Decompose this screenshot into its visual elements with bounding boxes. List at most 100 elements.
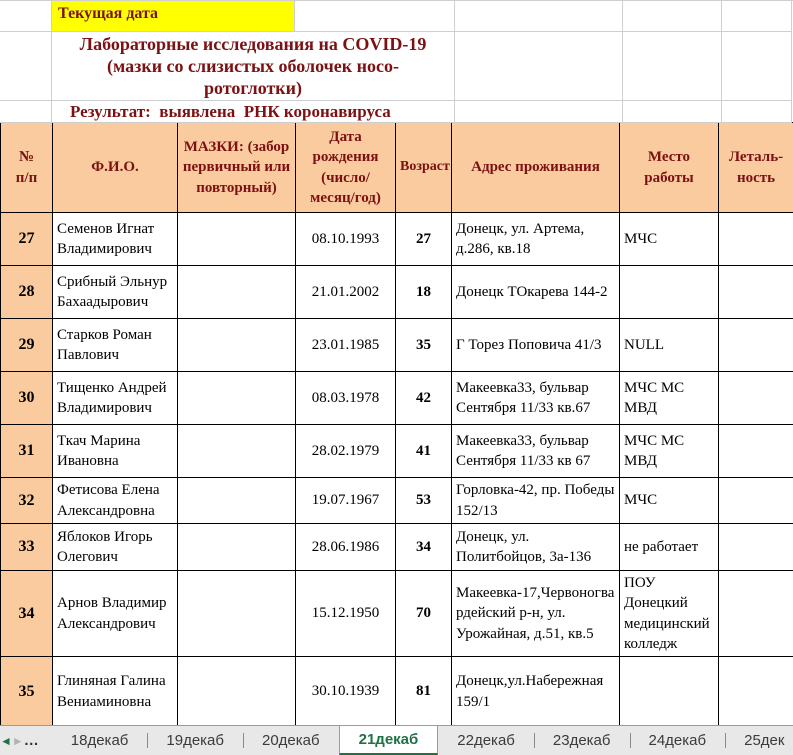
cell-row-number[interactable]: 34 <box>0 570 53 657</box>
cell-fio[interactable]: Ткач Марина Ивановна <box>52 424 178 478</box>
cell-lethality[interactable] <box>718 477 793 524</box>
sheet-tab-18декаб[interactable]: 18декаб <box>52 726 148 755</box>
cell-smear[interactable] <box>177 523 296 571</box>
cell-lethality[interactable] <box>718 212 793 266</box>
cell-workplace[interactable] <box>619 656 719 727</box>
sheet-tab-22декаб[interactable]: 22декаб <box>438 726 534 755</box>
cell-birthdate[interactable]: 23.01.1985 <box>295 318 396 372</box>
cell-lethality[interactable] <box>718 523 793 571</box>
cell-row-number[interactable]: 33 <box>0 523 53 571</box>
header-smear[interactable]: МАЗКИ: (забор первичный или повторный) <box>177 122 296 213</box>
header-workplace[interactable]: Место работы <box>619 122 719 213</box>
cell-age[interactable]: 35 <box>395 318 452 372</box>
empty-cell[interactable] <box>722 101 792 123</box>
cell-lethality[interactable] <box>718 424 793 478</box>
cell-address[interactable]: Г Торез Поповича 41/3 <box>451 318 620 372</box>
empty-cell[interactable] <box>455 101 623 123</box>
cell-birthdate[interactable]: 28.06.1986 <box>295 523 396 571</box>
cell-address[interactable]: Макеевка33, бульвар Сентября 11/33 кв.67 <box>451 371 620 425</box>
empty-cell[interactable] <box>0 1 52 32</box>
cell-birthdate[interactable]: 15.12.1950 <box>295 570 396 657</box>
cell-fio[interactable]: Тищенко Андрей Владимирович <box>52 371 178 425</box>
cell-fio[interactable]: Арнов Владимир Александрович <box>52 570 178 657</box>
cell-age[interactable]: 42 <box>395 371 452 425</box>
result-cell[interactable]: Результат: выявлена РНК коронавируса <box>52 101 455 123</box>
cell-workplace[interactable]: МЧС МС МВД <box>619 371 719 425</box>
sheet-tab-21декаб[interactable]: 21декаб <box>338 726 439 755</box>
cell-workplace[interactable]: ПОУ Донецкий медицинский колледж <box>619 570 719 657</box>
next-sheet-icon[interactable]: ► <box>12 726 24 755</box>
cell-smear[interactable] <box>177 265 296 319</box>
sheet-title-cell[interactable]: Лабораторные исследования на COVID-19 (м… <box>52 32 455 101</box>
cell-row-number[interactable]: 31 <box>0 424 53 478</box>
cell-address[interactable]: Горловка-42, пр. Победы 152/13 <box>451 477 620 524</box>
sheet-tab-23декаб[interactable]: 23декаб <box>533 726 630 755</box>
cell-age[interactable]: 34 <box>395 523 452 571</box>
sheet-tab-19декаб[interactable]: 19декаб <box>147 726 243 755</box>
empty-cell[interactable] <box>455 1 623 32</box>
cell-fio[interactable]: Срибный Эльнур Бахаадырович <box>52 265 178 319</box>
empty-cell[interactable] <box>0 101 52 123</box>
cell-fio[interactable]: Глиняная Галина Вениаминовна <box>52 656 178 727</box>
header-birthdate[interactable]: Дата рождения (число/ месяц/год) <box>295 122 396 213</box>
cell-smear[interactable] <box>177 318 296 372</box>
cell-address[interactable]: Донецк,ул.Набережная 159/1 <box>451 656 620 727</box>
cell-smear[interactable] <box>177 212 296 266</box>
empty-cell[interactable] <box>722 1 792 32</box>
cell-lethality[interactable] <box>718 570 793 657</box>
cell-workplace[interactable] <box>619 265 719 319</box>
cell-address[interactable]: Донецк, ул. Политбойцов, 3а-136 <box>451 523 620 571</box>
cell-smear[interactable] <box>177 656 296 727</box>
cell-birthdate[interactable]: 21.01.2002 <box>295 265 396 319</box>
cell-age[interactable]: 81 <box>395 656 452 727</box>
cell-lethality[interactable] <box>718 318 793 372</box>
cell-smear[interactable] <box>177 477 296 524</box>
cell-address[interactable]: Донецк ТОкарева 144-2 <box>451 265 620 319</box>
header-age[interactable]: Возраст <box>395 122 452 213</box>
cell-smear[interactable] <box>177 371 296 425</box>
cell-birthdate[interactable]: 30.10.1939 <box>295 656 396 727</box>
cell-age[interactable]: 70 <box>395 570 452 657</box>
prev-sheet-icon[interactable]: ◄ <box>0 726 12 755</box>
cell-address[interactable]: Макеевка-17,Червоногвардейский р-н, ул. … <box>451 570 620 657</box>
header-fio[interactable]: Ф.И.О. <box>52 122 178 213</box>
cell-birthdate[interactable]: 28.02.1979 <box>295 424 396 478</box>
cell-age[interactable]: 18 <box>395 265 452 319</box>
cell-age[interactable]: 41 <box>395 424 452 478</box>
cell-smear[interactable] <box>177 424 296 478</box>
header-lethality[interactable]: Леталь- ность <box>718 122 793 213</box>
cell-age[interactable]: 27 <box>395 212 452 266</box>
header-address[interactable]: Адрес проживания <box>451 122 620 213</box>
cell-row-number[interactable]: 29 <box>0 318 53 372</box>
cell-workplace[interactable]: МЧС МС МВД <box>619 424 719 478</box>
cell-row-number[interactable]: 28 <box>0 265 53 319</box>
cell-row-number[interactable]: 27 <box>0 212 53 266</box>
cell-address[interactable]: Макеевка33, бульвар Сентября 11/33 кв 67 <box>451 424 620 478</box>
cell-fio[interactable]: Яблоков Игорь Олегович <box>52 523 178 571</box>
empty-cell[interactable] <box>623 1 722 32</box>
cell-fio[interactable]: Старков Роман Павлович <box>52 318 178 372</box>
cell-row-number[interactable]: 30 <box>0 371 53 425</box>
cell-lethality[interactable] <box>718 371 793 425</box>
cell-smear[interactable] <box>177 570 296 657</box>
cell-workplace[interactable]: МЧС <box>619 212 719 266</box>
cell-row-number[interactable]: 32 <box>0 477 53 524</box>
cell-age[interactable]: 53 <box>395 477 452 524</box>
sheet-tab-25дек[interactable]: 25дек <box>725 726 793 755</box>
cell-workplace[interactable]: МЧС <box>619 477 719 524</box>
cell-birthdate[interactable]: 08.10.1993 <box>295 212 396 266</box>
empty-cell[interactable] <box>623 32 722 101</box>
empty-cell[interactable] <box>295 1 455 32</box>
empty-cell[interactable] <box>455 32 623 101</box>
header-row-number[interactable]: № п/п <box>0 122 53 213</box>
cell-fio[interactable]: Фетисова Елена Александровна <box>52 477 178 524</box>
cell-birthdate[interactable]: 19.07.1967 <box>295 477 396 524</box>
cell-address[interactable]: Донецк, ул. Артема, д.286, кв.18 <box>451 212 620 266</box>
cell-lethality[interactable] <box>718 265 793 319</box>
empty-cell[interactable] <box>0 32 52 101</box>
sheet-tab-20декаб[interactable]: 20декаб <box>243 726 339 755</box>
empty-cell[interactable] <box>623 101 722 123</box>
cell-workplace[interactable]: не работает <box>619 523 719 571</box>
cell-birthdate[interactable]: 08.03.1978 <box>295 371 396 425</box>
current-date-cell[interactable]: Текущая дата <box>52 1 295 32</box>
